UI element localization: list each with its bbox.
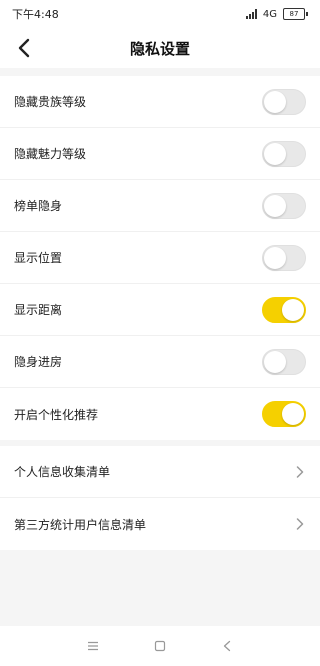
toggle-row: 隐藏魅力等级 — [0, 128, 320, 180]
toggle-row: 显示距离 — [0, 284, 320, 336]
status-indicators: 4G 87 — [245, 8, 308, 20]
toggle-knob — [264, 142, 286, 165]
toggle-label: 显示距离 — [14, 303, 63, 317]
toggle-switch[interactable] — [262, 401, 306, 427]
battery-level: 87 — [283, 8, 305, 20]
chevron-right-icon — [294, 465, 306, 478]
toggle-knob — [264, 246, 286, 269]
page-title: 隐私设置 — [129, 39, 190, 58]
signal-icon — [245, 9, 257, 19]
network-type: 4G — [262, 8, 277, 20]
chevron-right-icon — [294, 518, 306, 530]
nav-menu-button[interactable] — [81, 634, 105, 658]
toggle-label: 显示位置 — [14, 251, 63, 265]
toggle-label: 榜单隐身 — [14, 199, 63, 213]
toggle-switch[interactable] — [262, 140, 306, 167]
toggle-switch[interactable] — [262, 88, 306, 115]
nav-home-button[interactable] — [148, 634, 172, 658]
toggle-label: 隐藏贵族等级 — [14, 95, 87, 109]
toggle-knob — [282, 403, 304, 425]
link-row[interactable]: 个人信息收集清单 — [0, 446, 320, 498]
toggle-switch[interactable] — [262, 244, 306, 271]
triangle-back-icon — [223, 640, 230, 652]
status-bar: 下午4:48 4G 87 — [0, 0, 320, 28]
header: 隐私设置 — [0, 28, 320, 68]
link-label: 个人信息收集清单 — [14, 465, 111, 479]
toggle-label: 隐藏魅力等级 — [14, 147, 87, 161]
chevron-left-icon — [18, 38, 30, 58]
info-links-section: 个人信息收集清单 第三方统计用户信息清单 — [0, 446, 320, 550]
toggle-row: 显示位置 — [0, 232, 320, 284]
toggle-row: 开启个性化推荐 — [0, 388, 320, 440]
status-time: 下午4:48 — [12, 8, 59, 21]
toggle-label: 隐身进房 — [14, 355, 63, 369]
toggle-knob — [264, 90, 286, 113]
back-button[interactable] — [10, 34, 38, 62]
toggle-row: 隐身进房 — [0, 336, 320, 388]
menu-icon — [88, 641, 99, 651]
link-label: 第三方统计用户信息清单 — [14, 517, 147, 532]
toggle-knob — [264, 350, 286, 373]
toggle-row: 隐藏贵族等级 — [0, 76, 320, 128]
toggle-switch[interactable] — [262, 296, 306, 323]
battery-icon: 87 — [283, 8, 308, 20]
toggle-switch[interactable] — [262, 348, 306, 375]
toggle-label: 开启个性化推荐 — [14, 407, 99, 422]
privacy-toggles-section: 隐藏贵族等级 隐藏魅力等级 榜单隐身 显示位置 显示距离 隐身进房 开启个性化推… — [0, 76, 320, 440]
link-row[interactable]: 第三方统计用户信息清单 — [0, 498, 320, 550]
system-nav-bar — [0, 626, 320, 666]
toggle-knob — [282, 298, 304, 321]
toggle-knob — [264, 194, 286, 217]
square-icon — [154, 640, 166, 652]
toggle-switch[interactable] — [262, 192, 306, 219]
toggle-row: 榜单隐身 — [0, 180, 320, 232]
nav-back-button[interactable] — [215, 634, 239, 658]
